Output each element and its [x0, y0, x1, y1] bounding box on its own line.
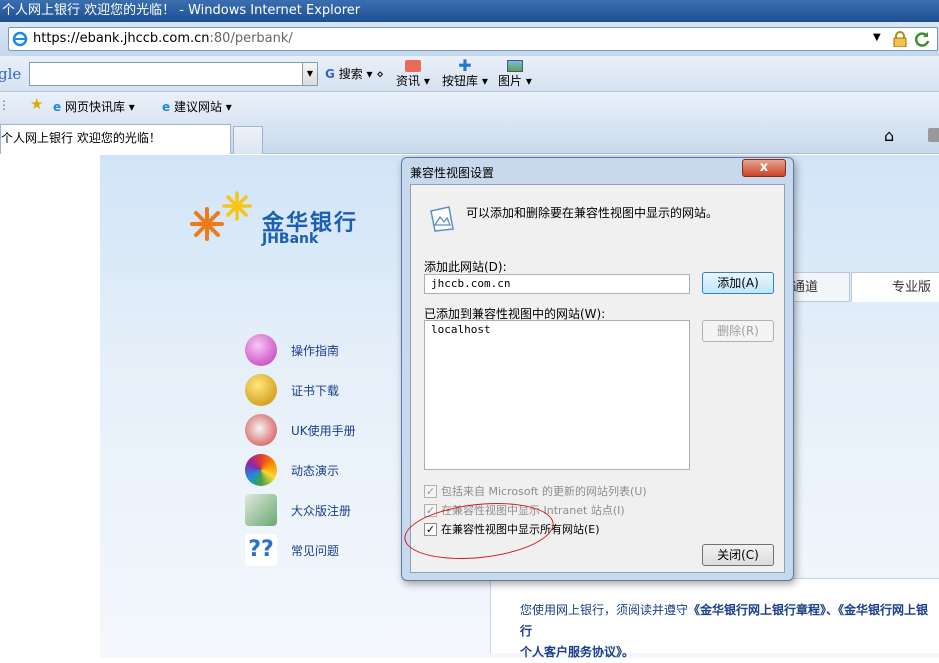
tab-label: 个人网上银行 欢迎您的光临！ — [1, 131, 161, 145]
dialog-description: 可以添加和删除要在兼容性视图中显示的网站。 — [466, 206, 719, 220]
bank-logo-icon — [190, 191, 252, 241]
google-search-button[interactable]: G 搜索 ▾ ⋄ — [325, 65, 384, 82]
sites-list[interactable]: localhost — [424, 320, 690, 470]
demo-icon — [245, 454, 277, 486]
ie-page-icon: e — [53, 100, 62, 114]
menu-operation-guide[interactable]: 操作指南 — [245, 333, 339, 367]
favorites-star-icon[interactable]: ★ — [30, 95, 43, 113]
address-dropdown-icon[interactable]: ▼ — [873, 32, 881, 43]
ie-logo-icon: e — [162, 100, 171, 114]
favorite-suggested-sites[interactable]: e 建议网站 ▾ — [162, 98, 232, 115]
tab-bank-home[interactable]: 个人网上银行 欢迎您的光临！ — [0, 124, 231, 154]
menu-public-register[interactable]: 大众版注册 — [245, 493, 351, 527]
tab-bar: 个人网上银行 欢迎您的光临！ ⌂ — [0, 120, 939, 154]
bank-name-en: JHBank — [262, 231, 319, 247]
address-bar[interactable]: https://ebank.jhccb.com.cn:80/perbank/ ▼ — [8, 27, 938, 51]
agreement-notice: 您使用网上银行，须阅读并遵守《金华银行网上银行章程》、《金华银行网上银行 个人客户… — [520, 603, 929, 659]
tab-channel[interactable]: 通道 — [788, 272, 850, 302]
register-icon — [245, 494, 277, 526]
tab-professional[interactable]: 专业版 — [851, 272, 939, 302]
plus-icon: ✚ — [458, 56, 472, 75]
link-customer-agreement[interactable]: 个人客户服务协议》 — [520, 645, 622, 659]
compat-view-icon — [430, 206, 454, 232]
favorites-bar: ⋮ ★ e 网页快讯库 ▾ e 建议网站 ▾ — [0, 92, 939, 120]
address-url[interactable]: https://ebank.jhccb.com.cn:80/perbank/ — [33, 28, 293, 50]
menu-cert-download[interactable]: 证书下载 — [245, 373, 339, 407]
option-microsoft-list[interactable]: ✓ 包括来自 Microsoft 的更新的网站列表(U) — [424, 483, 647, 499]
close-button[interactable]: 关闭(C) — [702, 544, 774, 566]
add-button[interactable]: 添加(A) — [702, 272, 774, 294]
google-logo: gle — [0, 65, 22, 83]
menu-demo[interactable]: 动态演示 — [245, 453, 339, 487]
close-icon: x — [759, 160, 769, 175]
menu-faq[interactable]: ?? 常见问题 — [245, 533, 339, 567]
certificate-icon — [245, 374, 277, 406]
image-icon — [506, 60, 523, 72]
address-bar-row: https://ebank.jhccb.com.cn:80/perbank/ ▼ — [0, 22, 939, 56]
google-toolbar: gle ▼ G 搜索 ▾ ⋄ 资讯 ▾ ✚ 按钮库 ▾ 图片 ▾ — [0, 56, 939, 92]
guide-icon — [245, 334, 277, 366]
add-site-label: 添加此网站(D): — [424, 260, 507, 274]
list-item[interactable]: localhost — [431, 323, 683, 336]
link-bank-charter[interactable]: 《金华银行网上银行章程》 — [688, 603, 826, 617]
window-title-bar: 个人网上银行 欢迎您的光临！ - Windows Internet Explor… — [0, 0, 939, 22]
dialog-close-button[interactable]: x — [742, 159, 786, 177]
favorites-grip-icon: ⋮ — [0, 98, 10, 112]
remove-button[interactable]: 删除(R) — [702, 320, 774, 342]
manual-icon — [245, 414, 277, 446]
home-icon[interactable]: ⌂ — [884, 126, 894, 145]
checkbox-checked-icon: ✓ — [424, 484, 437, 498]
google-g-icon: G — [325, 67, 335, 81]
favorite-web-slice-gallery[interactable]: e 网页快讯库 ▾ — [53, 98, 135, 115]
news-icon — [404, 60, 421, 72]
faq-question-icon: ?? — [245, 534, 277, 566]
google-search-dropdown-icon[interactable]: ▼ — [302, 63, 317, 85]
google-search-input[interactable]: ▼ — [29, 62, 318, 86]
window-title: 个人网上银行 欢迎您的光临！ - Windows Internet Explor… — [2, 3, 361, 18]
lock-icon[interactable] — [893, 31, 907, 47]
menu-uk-manual[interactable]: UK使用手册 — [245, 413, 356, 447]
add-site-input[interactable]: jhccb.com.cn — [424, 274, 690, 294]
ie-page-icon — [12, 31, 28, 47]
dialog-title: 兼容性视图设置 — [410, 166, 495, 180]
rss-feed-icon[interactable] — [928, 128, 939, 142]
toolbar-images-button[interactable]: 图片 ▾ — [498, 60, 532, 89]
new-tab-button[interactable] — [233, 126, 263, 154]
toolbar-news-button[interactable]: 资讯 ▾ — [396, 60, 430, 89]
toolbar-button-library[interactable]: ✚ 按钮库 ▾ — [442, 56, 488, 89]
refresh-icon[interactable] — [913, 30, 931, 48]
